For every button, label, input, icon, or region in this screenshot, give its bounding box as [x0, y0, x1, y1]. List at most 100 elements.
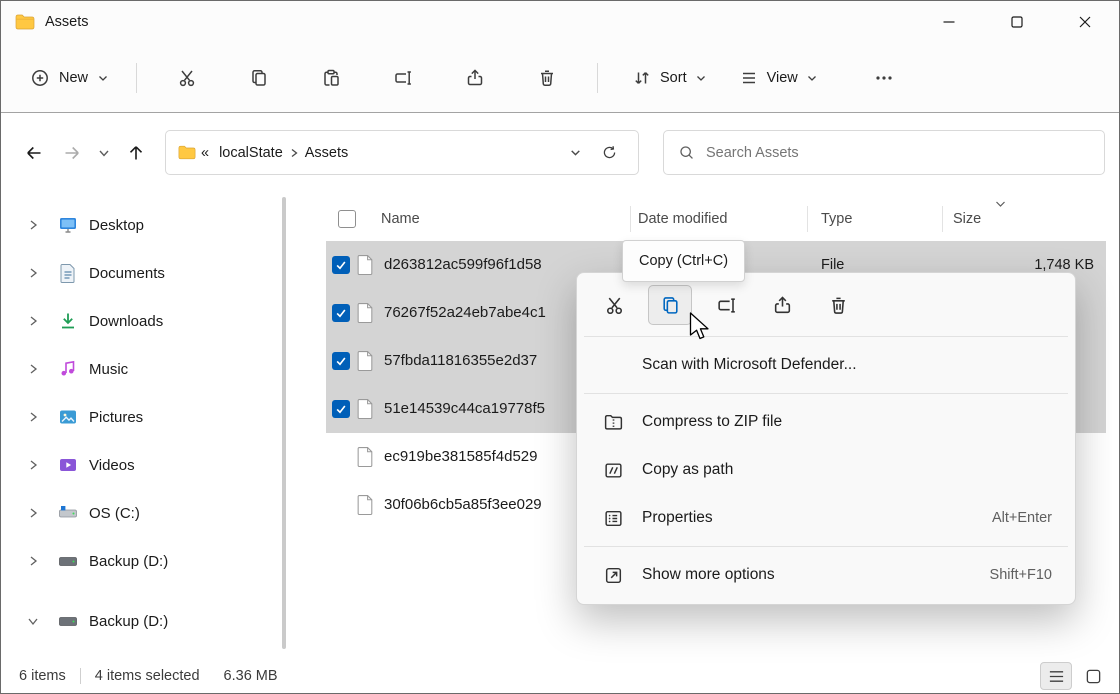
chevron-right-icon[interactable]	[23, 507, 43, 519]
row-checkbox-checked[interactable]	[332, 304, 350, 322]
rename-button[interactable]	[383, 59, 423, 97]
back-button[interactable]	[15, 134, 53, 172]
selection-count: 4 items selected	[95, 668, 200, 684]
forward-button[interactable]	[53, 134, 91, 172]
window-chrome: Assets New	[1, 1, 1119, 113]
downloads-icon	[57, 311, 79, 331]
sidebar-item-downloads[interactable]: Downloads	[1, 301, 279, 341]
select-all-checkbox[interactable]	[338, 210, 356, 228]
cut-menu-button[interactable]	[592, 285, 636, 325]
sidebar-item-label: Pictures	[89, 409, 143, 426]
menu-separator	[584, 336, 1068, 337]
search-box[interactable]	[663, 130, 1105, 175]
address-dropdown-button[interactable]	[558, 136, 592, 170]
context-menu: Scan with Microsoft Defender... Compress…	[576, 272, 1076, 605]
navigation-bar: « localState Assets	[1, 114, 1119, 191]
recent-locations-button[interactable]	[91, 134, 117, 172]
file-icon	[357, 494, 374, 515]
row-checkbox-checked[interactable]	[332, 352, 350, 370]
selection-size: 6.36 MB	[224, 668, 278, 684]
share-menu-button[interactable]	[760, 285, 804, 325]
music-icon	[57, 359, 79, 379]
breadcrumb-overflow[interactable]: «	[201, 145, 209, 161]
sort-button[interactable]: Sort	[620, 59, 719, 97]
menu-item-scan-defender[interactable]: Scan with Microsoft Defender...	[582, 341, 1070, 389]
column-divider[interactable]	[942, 206, 943, 232]
sidebar-item-label: Downloads	[89, 313, 163, 330]
drive-icon	[57, 611, 79, 631]
delete-button[interactable]	[527, 59, 567, 97]
column-divider[interactable]	[630, 206, 631, 232]
breadcrumb-item-assets[interactable]: Assets	[305, 145, 349, 161]
cut-button[interactable]	[167, 59, 207, 97]
menu-item-label: Copy as path	[642, 461, 733, 479]
minimize-button[interactable]	[915, 1, 983, 43]
sidebar-scrollbar[interactable]	[282, 197, 286, 649]
chevron-down-icon[interactable]	[23, 615, 43, 627]
chevron-right-icon[interactable]	[23, 411, 43, 423]
sidebar-item-pictures[interactable]: Pictures	[1, 397, 279, 437]
refresh-button[interactable]	[592, 136, 626, 170]
more-options-button[interactable]	[864, 59, 904, 97]
close-button[interactable]	[1051, 1, 1119, 43]
search-input[interactable]	[706, 145, 1090, 161]
menu-separator	[584, 546, 1068, 547]
file-name: 30f06b6cb5a85f3ee029	[384, 481, 542, 529]
view-button[interactable]: View	[727, 59, 830, 97]
row-checkbox-checked[interactable]	[332, 400, 350, 418]
quick-actions-row	[582, 278, 1070, 332]
copy-as-path-icon	[602, 460, 624, 481]
new-button[interactable]: New	[17, 59, 122, 97]
large-icons-view-button[interactable]	[1077, 662, 1109, 690]
menu-item-compress-zip[interactable]: Compress to ZIP file	[582, 398, 1070, 446]
details-view-button[interactable]	[1040, 662, 1072, 690]
delete-menu-button[interactable]	[816, 285, 860, 325]
menu-item-show-more-options[interactable]: Show more options Shift+F10	[582, 551, 1070, 599]
sidebar-item-documents[interactable]: Documents	[1, 253, 279, 293]
sidebar-item-os-c[interactable]: OS (C:)	[1, 493, 279, 533]
file-icon	[357, 302, 374, 323]
column-header-type[interactable]: Type	[821, 197, 852, 241]
item-count: 6 items	[19, 668, 66, 684]
properties-icon	[602, 508, 624, 529]
drive-icon	[57, 503, 79, 523]
view-button-label: View	[767, 70, 798, 86]
sidebar-item-label: OS (C:)	[89, 505, 140, 522]
menu-item-copy-as-path[interactable]: Copy as path	[582, 446, 1070, 494]
chevron-right-icon[interactable]	[23, 555, 43, 567]
maximize-button[interactable]	[983, 1, 1051, 43]
toolbar-separator	[136, 63, 137, 93]
rename-menu-button[interactable]	[704, 285, 748, 325]
column-divider[interactable]	[807, 206, 808, 232]
row-checkbox-checked[interactable]	[332, 256, 350, 274]
up-button[interactable]	[117, 134, 155, 172]
copy-button[interactable]	[239, 59, 279, 97]
menu-item-shortcut: Shift+F10	[990, 567, 1052, 583]
address-bar[interactable]: « localState Assets	[165, 130, 639, 175]
chevron-right-icon[interactable]	[23, 315, 43, 327]
share-button[interactable]	[455, 59, 495, 97]
chevron-right-icon[interactable]	[23, 267, 43, 279]
menu-item-properties[interactable]: Properties Alt+Enter	[582, 494, 1070, 542]
sidebar-item-videos[interactable]: Videos	[1, 445, 279, 485]
paste-button[interactable]	[311, 59, 351, 97]
column-header-name[interactable]: Name	[381, 197, 420, 241]
sidebar-item-desktop[interactable]: Desktop	[1, 205, 279, 245]
sidebar-item-music[interactable]: Music	[1, 349, 279, 389]
breadcrumb-item-localstate[interactable]: localState	[219, 145, 283, 161]
chevron-right-icon[interactable]	[23, 363, 43, 375]
sidebar-item-backup-d[interactable]: Backup (D:)	[1, 541, 279, 581]
column-header-date-modified[interactable]: Date modified	[638, 197, 727, 241]
file-name: 76267f52a24eb7abe4c1	[384, 289, 546, 337]
chevron-down-icon	[806, 72, 818, 84]
chevron-right-icon[interactable]	[23, 459, 43, 471]
file-icon	[357, 350, 374, 371]
copy-menu-button[interactable]	[648, 285, 692, 325]
sidebar-item-backup-d-expanded[interactable]: Backup (D:)	[1, 601, 279, 641]
file-icon	[357, 446, 374, 467]
tooltip-text: Copy (Ctrl+C)	[639, 253, 728, 269]
column-header-size[interactable]: Size	[953, 197, 981, 241]
chevron-right-icon[interactable]	[23, 219, 43, 231]
copy-tooltip: Copy (Ctrl+C)	[622, 240, 745, 282]
titlebar: Assets	[1, 1, 1119, 43]
